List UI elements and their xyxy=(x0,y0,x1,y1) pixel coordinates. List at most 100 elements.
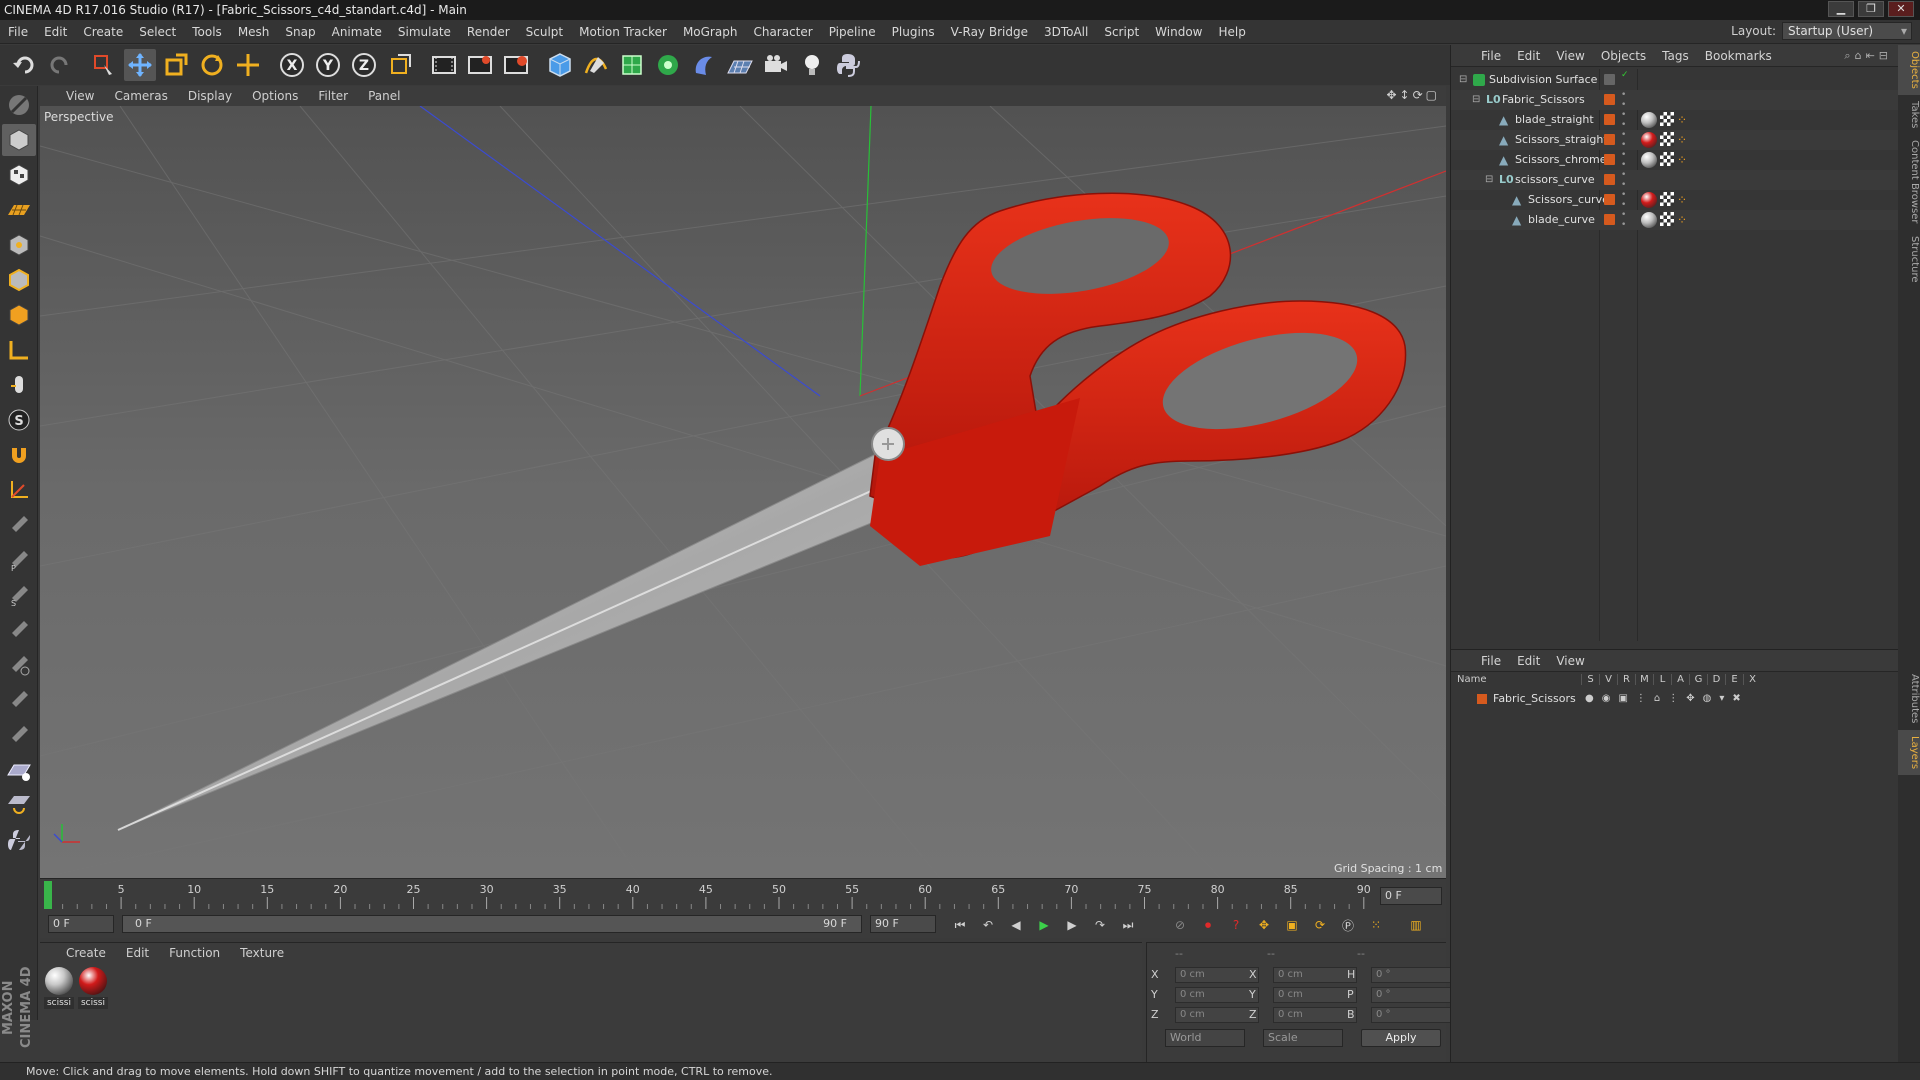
x-axis-icon[interactable]: X xyxy=(276,49,308,81)
material-swatch[interactable]: scissi xyxy=(44,967,74,1009)
scale-dropdown[interactable]: Scale xyxy=(1263,1029,1343,1047)
layout-dropdown[interactable]: Startup (User) xyxy=(1782,22,1912,40)
pull-tool-icon[interactable] xyxy=(2,614,36,646)
autokey-icon[interactable]: ? xyxy=(1224,913,1248,937)
brush-tool-icon[interactable] xyxy=(2,509,36,541)
material-swatch[interactable]: scissi xyxy=(78,967,108,1009)
menu-item-motion-tracker[interactable]: Motion Tracker xyxy=(571,20,675,44)
coord-value-field[interactable]: 0 cm xyxy=(1273,987,1357,1003)
object-row[interactable]: ⊟ L0 Fabric_Scissors • • xyxy=(1451,90,1899,110)
camera-icon[interactable] xyxy=(760,49,792,81)
y-axis-icon[interactable]: Y xyxy=(312,49,344,81)
material-menu-function[interactable]: Function xyxy=(159,946,230,960)
model-mode-icon[interactable] xyxy=(2,124,36,156)
current-frame-field[interactable]: 0 F xyxy=(1380,887,1442,905)
side-tab-layers[interactable]: Layers xyxy=(1898,729,1920,775)
python-icon[interactable] xyxy=(832,49,864,81)
material-tag-icon[interactable] xyxy=(1641,192,1657,208)
key-rotate-icon[interactable]: ⟳ xyxy=(1308,913,1332,937)
material-tag-icon[interactable] xyxy=(1641,112,1657,128)
snap-icon[interactable]: S xyxy=(2,404,36,436)
menu-item-plugins[interactable]: Plugins xyxy=(884,20,943,44)
layer-color-swatch[interactable] xyxy=(1604,194,1615,205)
coord-value-field[interactable]: 0 ° xyxy=(1371,967,1455,983)
start-frame-field[interactable]: 0 F xyxy=(48,915,114,933)
objects-menu-view[interactable]: View xyxy=(1548,49,1592,63)
side-tab-takes[interactable]: Takes xyxy=(1898,95,1920,134)
menu-item-character[interactable]: Character xyxy=(745,20,820,44)
visibility-dots[interactable]: • • xyxy=(1621,130,1626,150)
layer-color-swatch[interactable] xyxy=(1604,174,1615,185)
object-row[interactable]: ▲ blade_straight • • ⁘ xyxy=(1451,110,1899,130)
go-to-start-icon[interactable]: ⏮ xyxy=(948,913,972,937)
material-tag-icon[interactable] xyxy=(1641,212,1657,228)
viewport-menu-filter[interactable]: Filter xyxy=(308,89,358,103)
menu-item-v-ray-bridge[interactable]: V-Ray Bridge xyxy=(943,20,1036,44)
menu-item-render[interactable]: Render xyxy=(459,20,518,44)
sculpt-mode-icon[interactable] xyxy=(2,89,36,121)
object-row[interactable]: ▲ Scissors_curve • • ⁘ xyxy=(1451,190,1899,210)
visibility-dots[interactable]: • • xyxy=(1621,210,1626,230)
magnet-icon[interactable] xyxy=(2,439,36,471)
phong-tag-icon[interactable]: ⁘ xyxy=(1677,112,1687,128)
texture-tag-icon[interactable] xyxy=(1660,152,1674,166)
viewport-menu-panel[interactable]: Panel xyxy=(358,89,410,103)
render-view-icon[interactable] xyxy=(428,49,460,81)
apply-button[interactable]: Apply xyxy=(1361,1029,1441,1047)
undo-icon[interactable] xyxy=(8,49,40,81)
texture-mode-icon[interactable] xyxy=(2,159,36,191)
coord-value-field[interactable]: 0 cm xyxy=(1273,1007,1357,1023)
live-selection-icon[interactable] xyxy=(88,49,120,81)
menu-item-sculpt[interactable]: Sculpt xyxy=(518,20,571,44)
inflate-tool-icon[interactable] xyxy=(2,649,36,681)
key-param-icon[interactable]: Ⓟ xyxy=(1336,913,1360,937)
side-tab-structure[interactable]: Structure xyxy=(1898,230,1920,289)
menu-item-pipeline[interactable]: Pipeline xyxy=(821,20,884,44)
objects-menu-tags[interactable]: Tags xyxy=(1654,49,1697,63)
menu-item-script[interactable]: Script xyxy=(1096,20,1147,44)
move-icon[interactable] xyxy=(124,49,156,81)
quantize-icon[interactable] xyxy=(2,789,36,821)
texture-tag-icon[interactable] xyxy=(1660,132,1674,146)
layer-color-swatch[interactable] xyxy=(1477,694,1487,704)
visibility-dots[interactable]: • • xyxy=(1621,110,1626,130)
subdivision-icon[interactable] xyxy=(616,49,648,81)
edit-render-settings-icon[interactable] xyxy=(500,49,532,81)
workplane-icon[interactable] xyxy=(2,194,36,226)
menu-item-mograph[interactable]: MoGraph xyxy=(675,20,746,44)
grid-snap-icon[interactable] xyxy=(2,754,36,786)
phong-tag-icon[interactable]: ⁘ xyxy=(1677,152,1687,168)
frame-range-slider[interactable]: 0 F 90 F xyxy=(122,915,862,933)
material-tag-icon[interactable] xyxy=(1641,132,1657,148)
collapse-icon[interactable]: ⊟ xyxy=(1459,70,1467,90)
menu-item-edit[interactable]: Edit xyxy=(36,20,75,44)
coord-value-field[interactable]: 0 ° xyxy=(1371,987,1455,1003)
objects-menu-bookmarks[interactable]: Bookmarks xyxy=(1697,49,1780,63)
axis-mode-icon[interactable] xyxy=(2,334,36,366)
end-frame-field[interactable]: 90 F xyxy=(870,915,936,933)
coordinate-system-icon[interactable] xyxy=(384,49,416,81)
previous-key-icon[interactable]: ↶ xyxy=(976,913,1000,937)
menu-item-animate[interactable]: Animate xyxy=(324,20,390,44)
material-menu-texture[interactable]: Texture xyxy=(230,946,294,960)
cube-icon[interactable] xyxy=(544,49,576,81)
rotate-icon[interactable] xyxy=(196,49,228,81)
python-script-icon[interactable] xyxy=(2,824,36,856)
objects-menu-file[interactable]: File xyxy=(1473,49,1509,63)
menu-item-snap[interactable]: Snap xyxy=(277,20,323,44)
texture-tag-icon[interactable] xyxy=(1660,212,1674,226)
menu-item-file[interactable]: File xyxy=(0,20,36,44)
previous-frame-icon[interactable]: ◀ xyxy=(1004,913,1028,937)
objects-menu-edit[interactable]: Edit xyxy=(1509,49,1548,63)
key-pla-icon[interactable]: ⁙ xyxy=(1364,913,1388,937)
workplane-axis-icon[interactable] xyxy=(2,474,36,506)
menu-item-create[interactable]: Create xyxy=(75,20,131,44)
maximize-icon[interactable]: ❐ xyxy=(1858,1,1884,17)
coord-value-field[interactable]: 0 ° xyxy=(1371,1007,1455,1023)
menu-item-3dtoall[interactable]: 3DToAll xyxy=(1036,20,1096,44)
scale-icon[interactable] xyxy=(160,49,192,81)
object-row[interactable]: ⊟ Subdivision Surface ✓ xyxy=(1451,70,1899,90)
next-key-icon[interactable]: ↷ xyxy=(1088,913,1112,937)
layer-row[interactable]: Fabric_Scissors ●◉▣⋮⌂⋮✥◍▾✖ xyxy=(1451,690,1899,708)
visibility-dots[interactable]: • • xyxy=(1621,90,1626,110)
